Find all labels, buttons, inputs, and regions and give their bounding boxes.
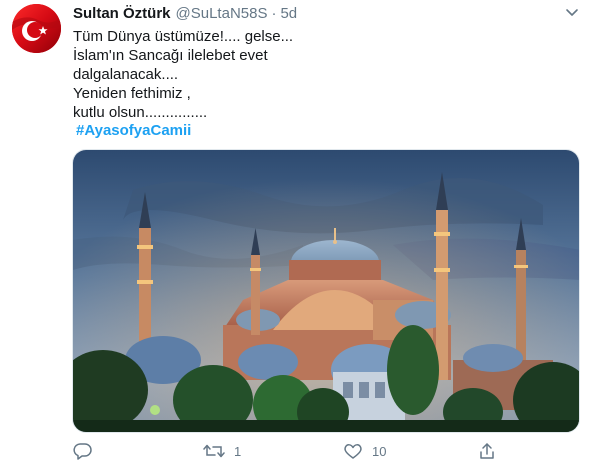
reply-button[interactable]	[73, 442, 101, 460]
retweet-count: 1	[234, 443, 242, 459]
user-handle[interactable]: @SuLtaN58S	[176, 5, 268, 23]
tweet-line: dalgalanacak....	[73, 66, 179, 83]
tweet-media-image[interactable]	[72, 149, 580, 433]
tweet-line: kutlu olsun...............	[73, 104, 208, 121]
chevron-down-icon	[566, 9, 578, 16]
separator: ·	[271, 5, 277, 22]
reply-icon	[73, 443, 92, 460]
retweet-button[interactable]: 1	[203, 442, 241, 460]
turkish-flag-icon	[12, 4, 61, 53]
tweet-header: Sultan Öztürk @SuLtaN58S · 5d	[73, 5, 297, 23]
tweet-actions: 1 10	[0, 438, 590, 464]
hashtag-link[interactable]: #AyasofyaCamii	[76, 122, 191, 139]
like-button[interactable]: 10	[343, 442, 386, 460]
hagia-sophia-photo	[73, 150, 579, 432]
more-options-button[interactable]	[563, 6, 581, 20]
display-name[interactable]: Sultan Öztürk	[73, 5, 171, 23]
share-button[interactable]	[478, 442, 496, 460]
tweet-line: İslam'ın Sancağı ilelebet evet	[73, 47, 268, 64]
tweet[interactable]: Sultan Öztürk @SuLtaN58S · 5d Tüm Dünya …	[0, 0, 590, 467]
like-count: 10	[372, 443, 387, 459]
tweet-line: Yeniden fethimiz ,	[73, 85, 191, 102]
retweet-icon	[203, 444, 225, 458]
share-icon	[480, 443, 494, 459]
avatar[interactable]	[12, 4, 61, 53]
tweet-timestamp[interactable]: 5d	[280, 5, 297, 23]
tweet-line: Tüm Dünya üstümüze!.... gelse...	[73, 28, 294, 45]
tweet-text: Tüm Dünya üstümüze!.... gelse... İslam'ı…	[73, 27, 573, 122]
heart-icon	[344, 444, 362, 459]
